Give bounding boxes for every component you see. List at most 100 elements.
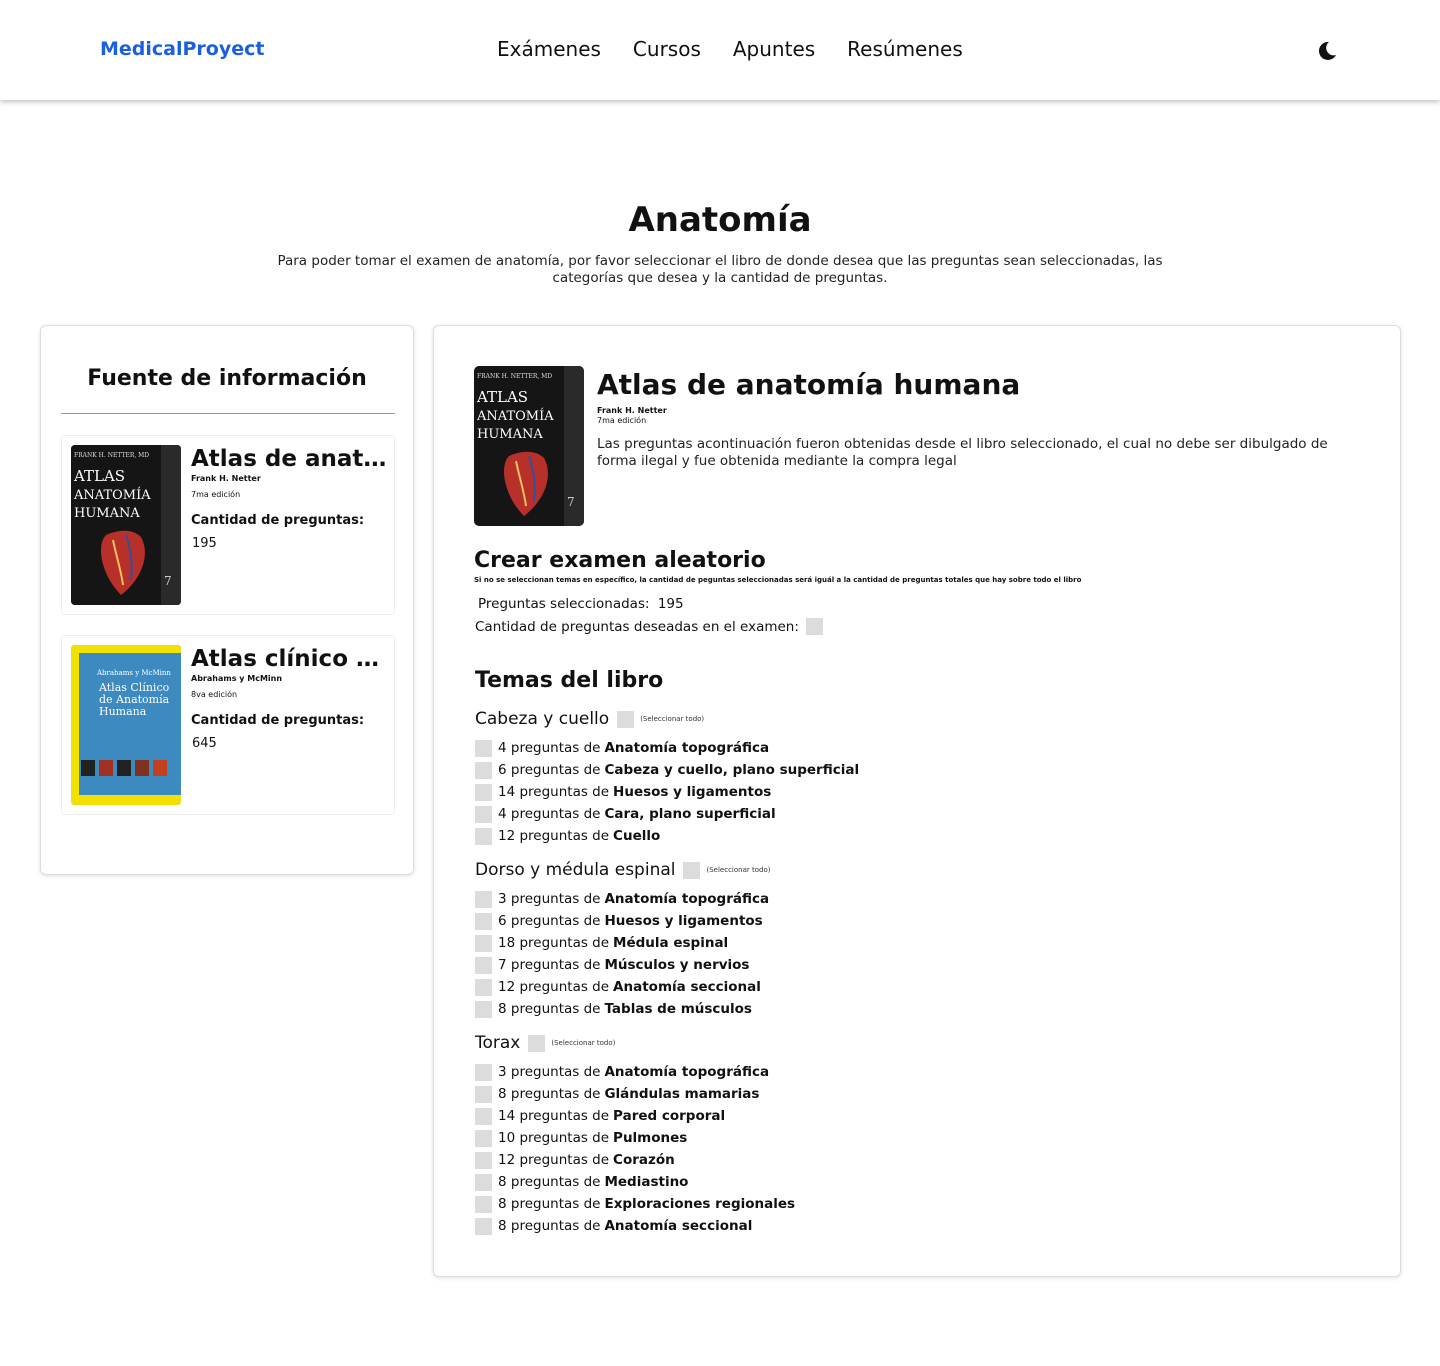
- topic-item[interactable]: 3 preguntas de Anatomía topográfica: [475, 888, 770, 910]
- topic-item[interactable]: 3 preguntas de Anatomía topográfica: [475, 1061, 795, 1083]
- divider: [61, 413, 395, 414]
- selected-questions-value: 195: [657, 596, 684, 612]
- svg-text:FRANK H. NETTER, MD: FRANK H. NETTER, MD: [74, 452, 149, 459]
- svg-text:ANATOMÍA: ANATOMÍA: [73, 487, 151, 503]
- desired-questions-input[interactable]: [805, 618, 823, 635]
- svg-text:HUMANA: HUMANA: [477, 427, 543, 442]
- topic-item[interactable]: 8 preguntas de Tablas de músculos: [475, 998, 770, 1020]
- topic-checkbox[interactable]: [475, 978, 492, 996]
- topic-count: 8 preguntas de: [498, 1174, 601, 1190]
- book-item-netter[interactable]: FRANK H. NETTER, MD ATLAS ANATOMÍA HUMAN…: [61, 435, 395, 615]
- topic-item[interactable]: 14 preguntas de Pared corporal: [475, 1105, 795, 1127]
- topic-checkbox[interactable]: [475, 827, 492, 845]
- topic-count: 4 preguntas de: [498, 806, 601, 822]
- book-description: Las preguntas acontinuación fueron obten…: [597, 436, 1328, 469]
- svg-text:ANATOMÍA: ANATOMÍA: [476, 408, 554, 424]
- topic-item[interactable]: 7 preguntas de Músculos y nervios: [475, 954, 770, 976]
- topics-title: Temas del libro: [475, 668, 664, 693]
- topic-item[interactable]: 8 preguntas de Exploraciones regionales: [475, 1193, 795, 1215]
- random-exam-note: Si no se seleccionan temas en específico…: [474, 576, 1082, 584]
- nav-item-examenes[interactable]: Exámenes: [497, 37, 601, 61]
- section-header: Dorso y médula espinal (Seleccionar todo…: [475, 859, 770, 881]
- topic-checkbox[interactable]: [475, 739, 492, 757]
- nav-item-apuntes[interactable]: Apuntes: [733, 37, 815, 61]
- book-author: Abrahams y McMinn: [191, 674, 283, 683]
- topic-count: 8 preguntas de: [498, 1086, 601, 1102]
- topic-checkbox[interactable]: [475, 1151, 492, 1169]
- selected-questions-label: Preguntas seleccionadas:: [478, 596, 650, 612]
- topic-item[interactable]: 14 preguntas de Huesos y ligamentos: [475, 781, 859, 803]
- nav-item-cursos[interactable]: Cursos: [633, 37, 701, 61]
- sources-card: Fuente de información FRANK H. NETTER, M…: [40, 325, 414, 875]
- topic-item[interactable]: 12 preguntas de Anatomía seccional: [475, 976, 770, 998]
- select-all-checkbox[interactable]: [528, 1034, 546, 1052]
- topic-item[interactable]: 8 preguntas de Anatomía seccional: [475, 1215, 795, 1237]
- topic-count: 12 preguntas de: [498, 1152, 610, 1168]
- topic-checkbox[interactable]: [475, 890, 492, 908]
- topic-name: Mediastino: [604, 1174, 689, 1190]
- topic-checkbox[interactable]: [475, 1173, 492, 1191]
- page-title: Anatomía: [628, 200, 812, 240]
- topic-checkbox[interactable]: [475, 1217, 492, 1235]
- topic-item[interactable]: 4 preguntas de Cara, plano superficial: [475, 803, 859, 825]
- topic-count: 8 preguntas de: [498, 1001, 601, 1017]
- topic-section-dorso-y-medula-espinal: Dorso y médula espinal (Seleccionar todo…: [475, 859, 770, 1020]
- topic-checkbox[interactable]: [475, 1107, 492, 1125]
- topic-item[interactable]: 8 preguntas de Glándulas mamarias: [475, 1083, 795, 1105]
- random-exam-title: Crear examen aleatorio: [474, 548, 766, 573]
- topic-checkbox[interactable]: [475, 761, 492, 779]
- book-title: Atlas clínico de anatomía humana: [191, 646, 387, 672]
- topic-checkbox[interactable]: [475, 1195, 492, 1213]
- theme-toggle-button[interactable]: [1316, 40, 1338, 62]
- top-navbar: MedicalProyect Exámenes Cursos Apuntes R…: [0, 0, 1440, 100]
- topic-checkbox[interactable]: [475, 1000, 492, 1018]
- main-nav: Exámenes Cursos Apuntes Resúmenes: [497, 37, 995, 61]
- topic-name: Corazón: [613, 1152, 675, 1168]
- topic-item[interactable]: 6 preguntas de Cabeza y cuello, plano sup…: [475, 759, 859, 781]
- topic-checkbox[interactable]: [475, 956, 492, 974]
- topic-item[interactable]: 12 preguntas de Cuello: [475, 825, 859, 847]
- topic-checkbox[interactable]: [475, 912, 492, 930]
- section-header: Cabeza y cuello (Seleccionar todo): [475, 708, 859, 730]
- book-detail-card: FRANK H. NETTER, MD ATLAS ANATOMÍA HUMAN…: [433, 325, 1401, 1277]
- select-all-checkbox[interactable]: [617, 710, 635, 728]
- topic-item[interactable]: 8 preguntas de Mediastino: [475, 1171, 795, 1193]
- topic-count: 7 preguntas de: [498, 957, 601, 973]
- svg-text:HUMANA: HUMANA: [74, 506, 140, 521]
- topic-checkbox[interactable]: [475, 783, 492, 801]
- topic-checkbox[interactable]: [475, 805, 492, 823]
- book-item-abrahams[interactable]: Abrahams y McMinn Atlas Clínico de Anato…: [61, 635, 395, 815]
- select-all-checkbox[interactable]: [683, 861, 701, 879]
- topic-checkbox[interactable]: [475, 1085, 492, 1103]
- brand-logo[interactable]: MedicalProyect: [100, 38, 264, 60]
- questions-count: 645: [192, 736, 217, 751]
- topic-name: Cuello: [613, 828, 661, 844]
- topic-item[interactable]: 6 preguntas de Huesos y ligamentos: [475, 910, 770, 932]
- topic-count: 6 preguntas de: [498, 762, 601, 778]
- topic-name: Tablas de músculos: [604, 1001, 752, 1017]
- book-cover-image: FRANK H. NETTER, MD ATLAS ANATOMÍA HUMAN…: [71, 445, 181, 605]
- topic-item[interactable]: 4 preguntas de Anatomía topográfica: [475, 737, 859, 759]
- topic-item[interactable]: 12 preguntas de Corazón: [475, 1149, 795, 1171]
- topic-count: 6 preguntas de: [498, 913, 601, 929]
- topic-item[interactable]: 18 preguntas de Médula espinal: [475, 932, 770, 954]
- topic-count: 12 preguntas de: [498, 828, 610, 844]
- topic-checkbox[interactable]: [475, 1129, 492, 1147]
- section-header: Torax (Seleccionar todo): [475, 1032, 795, 1054]
- nav-item-resumenes[interactable]: Resúmenes: [847, 37, 963, 61]
- topic-count: 4 preguntas de: [498, 740, 601, 756]
- section-name: Torax: [475, 1033, 521, 1053]
- book-title: Atlas de anatomía humana: [597, 368, 1021, 401]
- topic-item[interactable]: 10 preguntas de Pulmones: [475, 1127, 795, 1149]
- topic-checkbox[interactable]: [475, 934, 492, 952]
- topic-checkbox[interactable]: [475, 1063, 492, 1081]
- section-name: Dorso y médula espinal: [475, 860, 676, 880]
- sources-title: Fuente de información: [87, 366, 367, 391]
- topic-name: Huesos y ligamentos: [613, 784, 772, 800]
- section-name: Cabeza y cuello: [475, 709, 610, 729]
- topic-name: Exploraciones regionales: [604, 1196, 796, 1212]
- select-all-label: (Seleccionar todo): [551, 1039, 616, 1047]
- topic-name: Glándulas mamarias: [604, 1086, 760, 1102]
- topic-name: Anatomía topográfica: [604, 891, 770, 907]
- book-edition: 7ma edición: [191, 490, 241, 499]
